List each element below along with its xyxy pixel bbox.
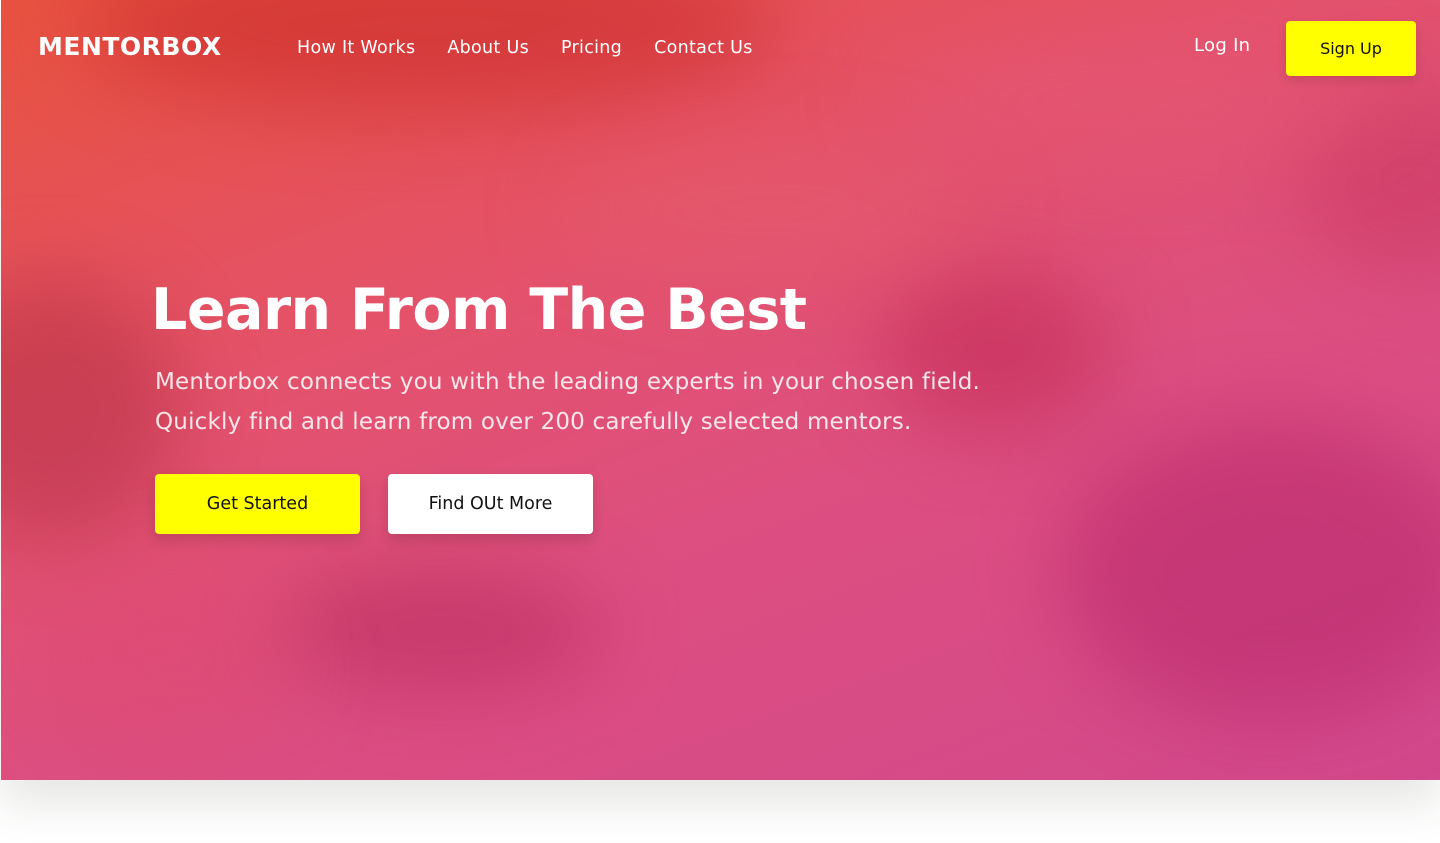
hero-subtitle-line: Mentorbox connects you with the leading … bbox=[155, 369, 981, 395]
brand-logo[interactable]: MENTORBOX bbox=[38, 31, 222, 63]
nav-link-pricing[interactable]: Pricing bbox=[561, 36, 622, 60]
find-out-more-button[interactable]: Find OUt More bbox=[388, 474, 593, 534]
login-link[interactable]: Log In bbox=[1194, 34, 1250, 58]
main-nav: How It Works About Us Pricing Contact Us bbox=[297, 36, 753, 60]
signup-button[interactable]: Sign Up bbox=[1286, 21, 1416, 76]
hero-subtitle: Mentorbox connects you with the leading … bbox=[155, 362, 1195, 442]
hero-subtitle-line: Quickly find and learn from over 200 car… bbox=[155, 409, 912, 435]
background-blur-shape bbox=[1061, 420, 1440, 720]
background-blur-shape bbox=[1301, 90, 1440, 270]
nav-link-about-us[interactable]: About Us bbox=[447, 36, 529, 60]
nav-link-contact-us[interactable]: Contact Us bbox=[654, 36, 753, 60]
get-started-button[interactable]: Get Started bbox=[155, 474, 360, 534]
background-blur-shape bbox=[561, 140, 981, 280]
background-blur-shape bbox=[281, 570, 601, 690]
background-blur-shape bbox=[41, 560, 301, 760]
nav-link-how-it-works[interactable]: How It Works bbox=[297, 36, 415, 60]
hero-headline: Learn From The Best bbox=[151, 277, 807, 343]
hero-section: MENTORBOX How It Works About Us Pricing … bbox=[1, 0, 1440, 780]
